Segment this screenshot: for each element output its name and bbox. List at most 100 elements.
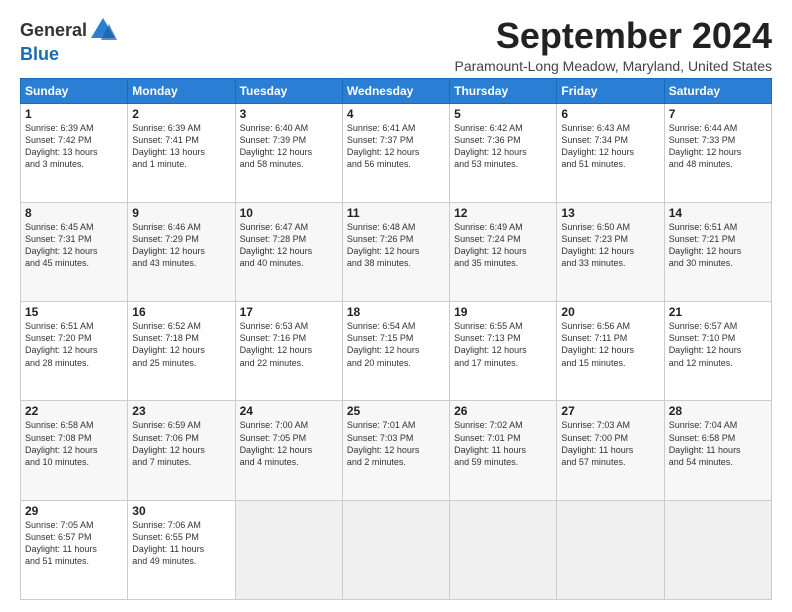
day-number: 9: [132, 206, 230, 220]
calendar-week-row: 29Sunrise: 7:05 AM Sunset: 6:57 PM Dayli…: [21, 500, 772, 599]
table-row: 8Sunrise: 6:45 AM Sunset: 7:31 PM Daylig…: [21, 202, 128, 301]
table-row: 10Sunrise: 6:47 AM Sunset: 7:28 PM Dayli…: [235, 202, 342, 301]
day-info: Sunrise: 7:04 AM Sunset: 6:58 PM Dayligh…: [669, 419, 767, 468]
table-row: 25Sunrise: 7:01 AM Sunset: 7:03 PM Dayli…: [342, 401, 449, 500]
day-number: 8: [25, 206, 123, 220]
header-monday: Monday: [128, 78, 235, 103]
day-info: Sunrise: 6:53 AM Sunset: 7:16 PM Dayligh…: [240, 320, 338, 369]
table-row: [235, 500, 342, 599]
day-number: 16: [132, 305, 230, 319]
day-number: 1: [25, 107, 123, 121]
day-info: Sunrise: 6:41 AM Sunset: 7:37 PM Dayligh…: [347, 122, 445, 171]
logo-general-text: General: [20, 20, 87, 41]
day-number: 30: [132, 504, 230, 518]
page: General Blue September 2024 Paramount-Lo…: [0, 0, 792, 612]
table-row: 6Sunrise: 6:43 AM Sunset: 7:34 PM Daylig…: [557, 103, 664, 202]
table-row: 29Sunrise: 7:05 AM Sunset: 6:57 PM Dayli…: [21, 500, 128, 599]
table-row: 16Sunrise: 6:52 AM Sunset: 7:18 PM Dayli…: [128, 302, 235, 401]
day-number: 4: [347, 107, 445, 121]
table-row: 9Sunrise: 6:46 AM Sunset: 7:29 PM Daylig…: [128, 202, 235, 301]
day-info: Sunrise: 6:49 AM Sunset: 7:24 PM Dayligh…: [454, 221, 552, 270]
calendar-week-row: 22Sunrise: 6:58 AM Sunset: 7:08 PM Dayli…: [21, 401, 772, 500]
table-row: 30Sunrise: 7:06 AM Sunset: 6:55 PM Dayli…: [128, 500, 235, 599]
day-number: 21: [669, 305, 767, 319]
day-info: Sunrise: 6:42 AM Sunset: 7:36 PM Dayligh…: [454, 122, 552, 171]
table-row: 23Sunrise: 6:59 AM Sunset: 7:06 PM Dayli…: [128, 401, 235, 500]
table-row: [342, 500, 449, 599]
day-number: 14: [669, 206, 767, 220]
day-number: 28: [669, 404, 767, 418]
table-row: 22Sunrise: 6:58 AM Sunset: 7:08 PM Dayli…: [21, 401, 128, 500]
title-section: September 2024 Paramount-Long Meadow, Ma…: [454, 16, 772, 74]
day-number: 11: [347, 206, 445, 220]
logo: General Blue: [20, 16, 117, 65]
table-row: 18Sunrise: 6:54 AM Sunset: 7:15 PM Dayli…: [342, 302, 449, 401]
day-number: 19: [454, 305, 552, 319]
day-number: 13: [561, 206, 659, 220]
day-number: 3: [240, 107, 338, 121]
calendar-week-row: 1Sunrise: 6:39 AM Sunset: 7:42 PM Daylig…: [21, 103, 772, 202]
calendar-week-row: 15Sunrise: 6:51 AM Sunset: 7:20 PM Dayli…: [21, 302, 772, 401]
day-number: 15: [25, 305, 123, 319]
calendar-header-row: Sunday Monday Tuesday Wednesday Thursday…: [21, 78, 772, 103]
header-thursday: Thursday: [450, 78, 557, 103]
table-row: [450, 500, 557, 599]
day-number: 18: [347, 305, 445, 319]
table-row: 7Sunrise: 6:44 AM Sunset: 7:33 PM Daylig…: [664, 103, 771, 202]
table-row: 15Sunrise: 6:51 AM Sunset: 7:20 PM Dayli…: [21, 302, 128, 401]
header-tuesday: Tuesday: [235, 78, 342, 103]
day-info: Sunrise: 6:59 AM Sunset: 7:06 PM Dayligh…: [132, 419, 230, 468]
table-row: 19Sunrise: 6:55 AM Sunset: 7:13 PM Dayli…: [450, 302, 557, 401]
location-title: Paramount-Long Meadow, Maryland, United …: [454, 58, 772, 74]
day-info: Sunrise: 6:45 AM Sunset: 7:31 PM Dayligh…: [25, 221, 123, 270]
day-number: 23: [132, 404, 230, 418]
table-row: 5Sunrise: 6:42 AM Sunset: 7:36 PM Daylig…: [450, 103, 557, 202]
header-friday: Friday: [557, 78, 664, 103]
day-info: Sunrise: 6:40 AM Sunset: 7:39 PM Dayligh…: [240, 122, 338, 171]
day-info: Sunrise: 6:46 AM Sunset: 7:29 PM Dayligh…: [132, 221, 230, 270]
day-info: Sunrise: 7:01 AM Sunset: 7:03 PM Dayligh…: [347, 419, 445, 468]
logo-blue-text: Blue: [20, 44, 59, 65]
day-info: Sunrise: 7:06 AM Sunset: 6:55 PM Dayligh…: [132, 519, 230, 568]
calendar-table: Sunday Monday Tuesday Wednesday Thursday…: [20, 78, 772, 600]
day-info: Sunrise: 6:51 AM Sunset: 7:21 PM Dayligh…: [669, 221, 767, 270]
table-row: [664, 500, 771, 599]
day-number: 12: [454, 206, 552, 220]
day-info: Sunrise: 6:50 AM Sunset: 7:23 PM Dayligh…: [561, 221, 659, 270]
day-number: 27: [561, 404, 659, 418]
day-number: 7: [669, 107, 767, 121]
table-row: 24Sunrise: 7:00 AM Sunset: 7:05 PM Dayli…: [235, 401, 342, 500]
day-info: Sunrise: 6:48 AM Sunset: 7:26 PM Dayligh…: [347, 221, 445, 270]
day-info: Sunrise: 6:55 AM Sunset: 7:13 PM Dayligh…: [454, 320, 552, 369]
day-number: 24: [240, 404, 338, 418]
header-sunday: Sunday: [21, 78, 128, 103]
day-number: 20: [561, 305, 659, 319]
table-row: [557, 500, 664, 599]
day-info: Sunrise: 6:54 AM Sunset: 7:15 PM Dayligh…: [347, 320, 445, 369]
table-row: 3Sunrise: 6:40 AM Sunset: 7:39 PM Daylig…: [235, 103, 342, 202]
day-number: 5: [454, 107, 552, 121]
day-info: Sunrise: 6:52 AM Sunset: 7:18 PM Dayligh…: [132, 320, 230, 369]
day-info: Sunrise: 6:57 AM Sunset: 7:10 PM Dayligh…: [669, 320, 767, 369]
month-title: September 2024: [454, 16, 772, 56]
table-row: 13Sunrise: 6:50 AM Sunset: 7:23 PM Dayli…: [557, 202, 664, 301]
day-info: Sunrise: 6:58 AM Sunset: 7:08 PM Dayligh…: [25, 419, 123, 468]
day-info: Sunrise: 7:05 AM Sunset: 6:57 PM Dayligh…: [25, 519, 123, 568]
day-info: Sunrise: 6:56 AM Sunset: 7:11 PM Dayligh…: [561, 320, 659, 369]
day-number: 6: [561, 107, 659, 121]
header: General Blue September 2024 Paramount-Lo…: [20, 16, 772, 74]
table-row: 4Sunrise: 6:41 AM Sunset: 7:37 PM Daylig…: [342, 103, 449, 202]
day-number: 17: [240, 305, 338, 319]
header-wednesday: Wednesday: [342, 78, 449, 103]
day-info: Sunrise: 6:51 AM Sunset: 7:20 PM Dayligh…: [25, 320, 123, 369]
table-row: 26Sunrise: 7:02 AM Sunset: 7:01 PM Dayli…: [450, 401, 557, 500]
day-number: 26: [454, 404, 552, 418]
day-number: 29: [25, 504, 123, 518]
day-number: 25: [347, 404, 445, 418]
day-info: Sunrise: 6:47 AM Sunset: 7:28 PM Dayligh…: [240, 221, 338, 270]
day-number: 2: [132, 107, 230, 121]
table-row: 21Sunrise: 6:57 AM Sunset: 7:10 PM Dayli…: [664, 302, 771, 401]
table-row: 11Sunrise: 6:48 AM Sunset: 7:26 PM Dayli…: [342, 202, 449, 301]
header-saturday: Saturday: [664, 78, 771, 103]
table-row: 2Sunrise: 6:39 AM Sunset: 7:41 PM Daylig…: [128, 103, 235, 202]
